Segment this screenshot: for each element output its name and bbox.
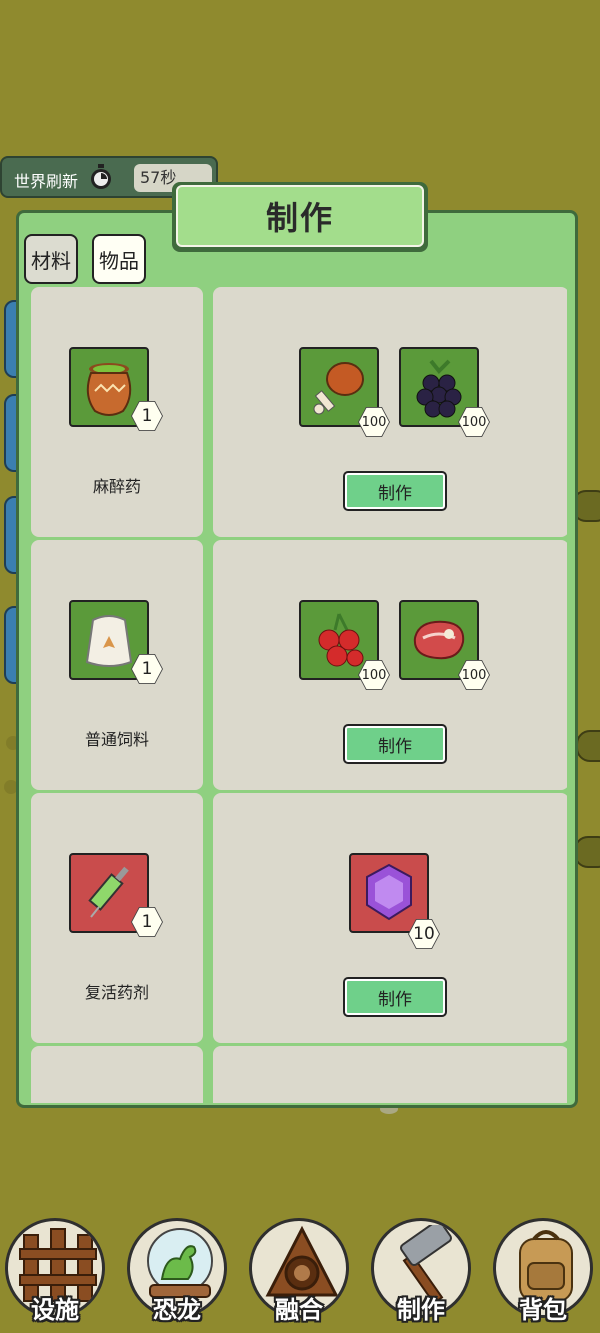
recipe-row: 1 麻醉药 100 100 制作 (27, 287, 567, 537)
recipe-row: 1 复活药剂 10 制作 (27, 793, 567, 1043)
nav-label: 背包 (519, 1296, 567, 1324)
recipe-row (27, 1046, 567, 1103)
recipe-product-cell[interactable]: 1 复活药剂 (31, 793, 203, 1043)
nav-fusion-triangle[interactable]: 融合 (244, 1208, 354, 1333)
nav-label: 恐龙 (153, 1296, 201, 1324)
nav-backpack[interactable]: 背包 (488, 1208, 598, 1333)
craft-button-label: 制作 (345, 473, 445, 509)
recipe-row: 1 普通饲料 100 100 制作 (27, 540, 567, 790)
world-refresh-label: 世界刷新 (14, 172, 79, 191)
product-name: 普通饲料 (84, 730, 149, 749)
craft-button[interactable]: 制作 (343, 724, 447, 764)
panel-title-box: 制作 (172, 182, 428, 252)
panel-title: 制作 (176, 185, 424, 247)
recipe-materials-cell: 100 100 制作 (213, 540, 567, 790)
recipe-list[interactable]: 1 麻醉药 100 100 制作 1 普通饲料 100 100 制作 1 复活药剂 10 制作 (27, 285, 567, 1103)
nav-label: 融合 (275, 1296, 323, 1324)
craft-button[interactable]: 制作 (343, 977, 447, 1017)
craft-button-label: 制作 (345, 979, 445, 1015)
crafting-panel: 1 麻醉药 100 100 制作 1 普通饲料 100 100 制作 1 复活药剂 10 制作 (16, 210, 578, 1108)
tab-materials[interactable]: 材料 (24, 234, 78, 284)
recipe-materials-cell: 100 100 制作 (213, 287, 567, 537)
tab-items[interactable]: 物品 (92, 234, 146, 284)
recipe-materials-cell: 10 制作 (213, 793, 567, 1043)
nav-wooden-fence[interactable]: 设施 (0, 1208, 110, 1333)
craft-button[interactable]: 制作 (343, 471, 447, 511)
product-name: 复活药剂 (84, 983, 149, 1002)
nav-hammer[interactable]: 制作 (366, 1208, 476, 1333)
recipe-materials-cell (213, 1046, 567, 1103)
craft-button-label: 制作 (345, 726, 445, 762)
recipe-product-cell[interactable] (31, 1046, 203, 1103)
nav-dinosaur-globe[interactable]: 恐龙 (122, 1208, 232, 1333)
product-name: 麻醉药 (92, 477, 141, 496)
recipe-product-cell[interactable]: 1 麻醉药 (31, 287, 203, 537)
nav-label: 设施 (31, 1296, 79, 1324)
stopwatch-icon (91, 164, 111, 189)
recipe-product-cell[interactable]: 1 普通饲料 (31, 540, 203, 790)
nav-label: 制作 (397, 1296, 445, 1324)
background-bush (576, 730, 600, 762)
